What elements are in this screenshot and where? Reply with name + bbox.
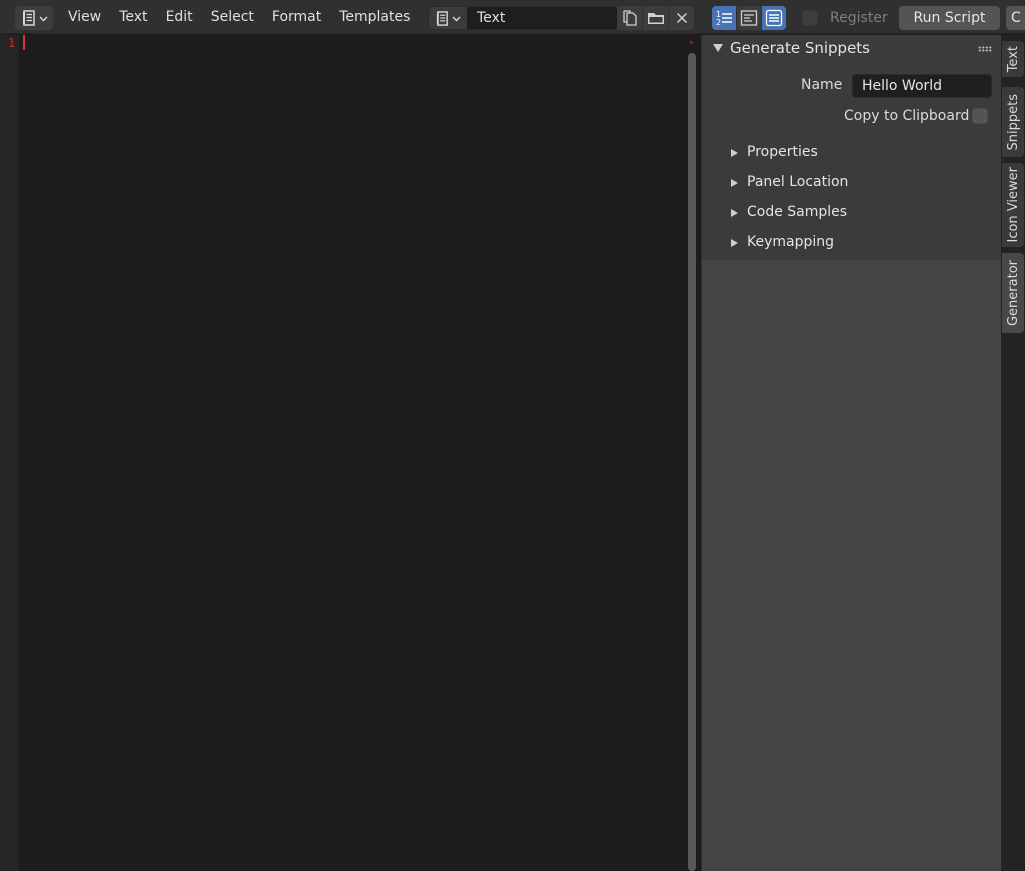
overflow-button[interactable]: C bbox=[1006, 6, 1025, 30]
expand-triangle-icon bbox=[731, 209, 738, 217]
panel-title: Generate Snippets bbox=[730, 39, 870, 57]
open-text-button[interactable] bbox=[643, 6, 668, 30]
subpanel-label: Code Samples bbox=[747, 204, 848, 220]
chevron-down-icon bbox=[452, 16, 461, 21]
browse-text-dropdown[interactable] bbox=[429, 7, 467, 29]
register-toggle[interactable]: Register bbox=[802, 8, 888, 28]
syntax-highlight-toggle[interactable] bbox=[762, 6, 786, 30]
collapse-triangle-icon bbox=[713, 44, 723, 52]
tab-label: Text bbox=[1005, 45, 1021, 73]
editor-type-dropdown[interactable] bbox=[15, 6, 53, 30]
subpanel-keymapping[interactable]: Keymapping bbox=[702, 229, 1002, 259]
menu-select[interactable]: Select bbox=[202, 0, 263, 34]
generate-snippets-panel: Generate Snippets Name Hello World Copy … bbox=[702, 35, 1002, 260]
scroll-marker bbox=[690, 41, 693, 44]
menu-format[interactable]: Format bbox=[263, 0, 330, 34]
close-icon bbox=[676, 12, 687, 24]
text-editor-area[interactable]: 1 bbox=[0, 35, 701, 871]
chevron-down-icon bbox=[39, 16, 47, 21]
tab-snippets[interactable]: Snippets bbox=[1002, 87, 1024, 157]
expand-triangle-icon bbox=[731, 149, 738, 157]
word-wrap-toggle[interactable] bbox=[737, 6, 761, 30]
text-datablock-icon bbox=[436, 10, 448, 26]
view-toggle-group: 1 2 bbox=[712, 6, 786, 30]
drag-handle-icon[interactable] bbox=[978, 46, 992, 52]
name-label: Name bbox=[801, 77, 843, 93]
menu-templates[interactable]: Templates bbox=[330, 0, 419, 34]
line-number: 1 bbox=[8, 36, 16, 50]
duplicate-icon bbox=[622, 10, 637, 26]
register-checkbox[interactable] bbox=[802, 10, 818, 26]
menu-view[interactable]: View bbox=[68, 0, 110, 34]
line-numbers-toggle[interactable]: 1 2 bbox=[712, 6, 736, 30]
panel-header[interactable]: Generate Snippets bbox=[702, 35, 1002, 63]
line-numbers-icon: 1 2 bbox=[716, 10, 732, 27]
subpanel-properties[interactable]: Properties bbox=[702, 139, 1002, 169]
copy-to-clipboard-checkbox[interactable] bbox=[972, 108, 988, 124]
copy-to-clipboard-label: Copy to Clipboard bbox=[844, 108, 970, 124]
sidebar: Generate Snippets Name Hello World Copy … bbox=[701, 35, 1002, 871]
subpanel-label: Keymapping bbox=[747, 234, 835, 250]
tab-label: Snippets bbox=[1005, 93, 1021, 151]
syntax-highlight-icon bbox=[765, 9, 783, 27]
tab-text[interactable]: Text bbox=[1002, 41, 1024, 77]
tab-generator[interactable]: Generator bbox=[1002, 253, 1024, 333]
menu-edit[interactable]: Edit bbox=[157, 0, 202, 34]
text-editor-icon bbox=[22, 10, 35, 26]
menu-text[interactable]: Text bbox=[110, 0, 156, 34]
expand-triangle-icon bbox=[731, 179, 738, 187]
svg-text:2: 2 bbox=[716, 18, 721, 27]
text-cursor bbox=[23, 35, 25, 50]
line-number-gutter bbox=[0, 35, 19, 871]
new-text-button[interactable] bbox=[617, 6, 642, 30]
register-label: Register bbox=[830, 10, 888, 26]
tab-icon-viewer[interactable]: Icon Viewer bbox=[1002, 163, 1024, 247]
vertical-scrollbar[interactable] bbox=[688, 53, 696, 871]
tab-label: Generator bbox=[1005, 259, 1021, 326]
subpanel-label: Properties bbox=[747, 144, 818, 160]
subpanel-panel-location[interactable]: Panel Location bbox=[702, 169, 1002, 199]
folder-icon bbox=[647, 13, 664, 24]
expand-triangle-icon bbox=[731, 239, 738, 247]
word-wrap-icon bbox=[740, 10, 758, 26]
subpanel-label: Panel Location bbox=[747, 174, 849, 190]
header-bar: View Text Edit Select Format Templates T… bbox=[0, 0, 1025, 34]
text-datablock-actions bbox=[617, 6, 694, 30]
name-input[interactable]: Hello World bbox=[852, 74, 992, 98]
menu-bar: View Text Edit Select Format Templates bbox=[68, 0, 419, 34]
unlink-text-button[interactable] bbox=[669, 6, 694, 30]
sidebar-tabs: Text Snippets Icon Viewer Generator bbox=[1001, 35, 1025, 871]
subpanel-code-samples[interactable]: Code Samples bbox=[702, 199, 1002, 229]
run-script-button[interactable]: Run Script bbox=[899, 6, 1000, 30]
tab-label: Icon Viewer bbox=[1005, 167, 1021, 243]
text-datablock-name[interactable]: Text bbox=[467, 10, 505, 26]
text-datablock-selector[interactable]: Text bbox=[428, 6, 618, 30]
